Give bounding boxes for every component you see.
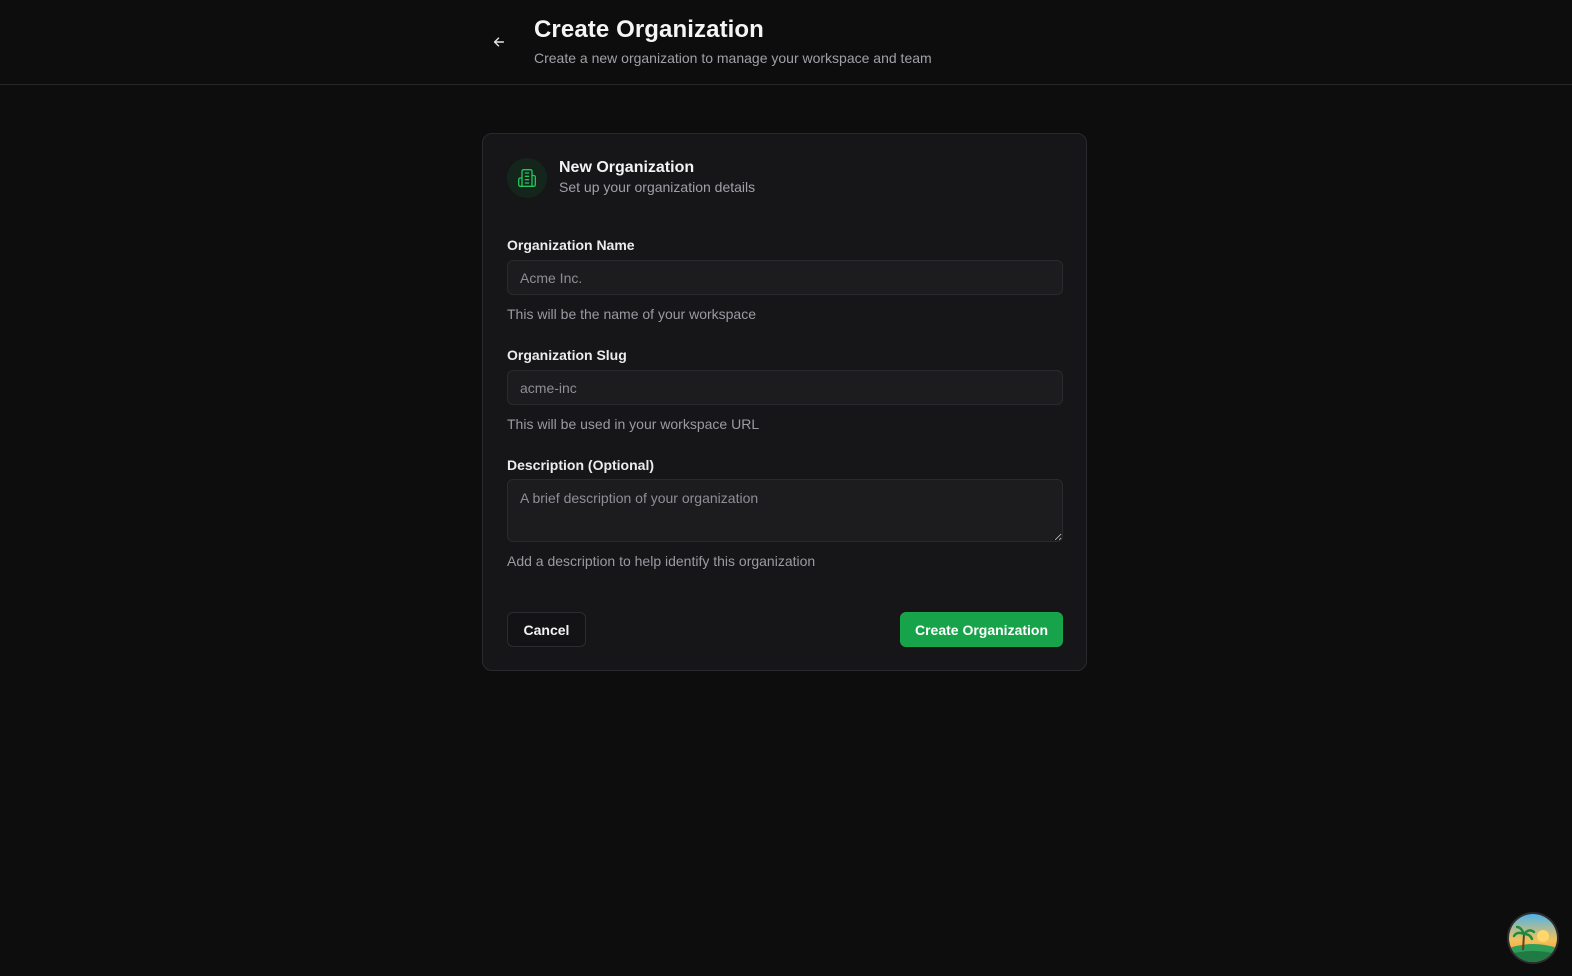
card-icon-badge xyxy=(507,158,547,198)
description-textarea[interactable] xyxy=(507,479,1063,542)
new-organization-card: New Organization Set up your organizatio… xyxy=(482,133,1087,671)
organization-name-help: This will be the name of your workspace xyxy=(507,306,756,322)
description-label: Description (Optional) xyxy=(507,457,654,473)
arrow-left-icon xyxy=(493,37,505,47)
organization-slug-label: Organization Slug xyxy=(507,347,627,363)
avatar-image xyxy=(1509,914,1557,962)
page-subtitle: Create a new organization to manage your… xyxy=(534,50,932,66)
create-organization-button[interactable]: Create Organization xyxy=(900,612,1063,647)
card-title: New Organization xyxy=(559,159,695,176)
cancel-button[interactable]: Cancel xyxy=(507,612,586,647)
back-button[interactable] xyxy=(484,28,514,56)
building-icon xyxy=(518,169,536,187)
card-subtitle: Set up your organization details xyxy=(559,179,756,195)
description-help: Add a description to help identify this … xyxy=(507,553,816,569)
organization-name-label: Organization Name xyxy=(507,237,635,253)
organization-name-input[interactable] xyxy=(507,260,1063,295)
page-header: Create Organization Create a new organiz… xyxy=(0,0,1572,85)
organization-slug-help: This will be used in your workspace URL xyxy=(507,416,760,432)
organization-slug-input[interactable] xyxy=(507,370,1063,405)
page: Create Organization Create a new organiz… xyxy=(0,0,1572,976)
user-avatar[interactable] xyxy=(1509,914,1557,962)
page-title: Create Organization xyxy=(534,16,764,43)
